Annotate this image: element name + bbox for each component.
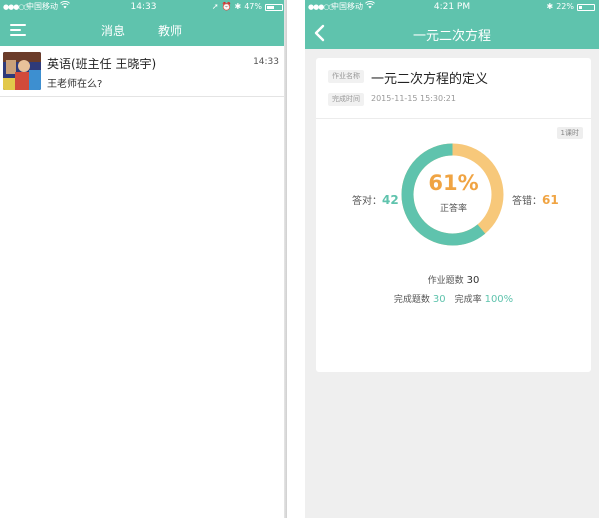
divider [316, 118, 591, 119]
page-title: 一元二次方程 [412, 29, 491, 44]
screen-edge [284, 0, 287, 518]
messages-screen: ●●●○○ 中国移动 14:33 ➚ ⏰ ✱ 47% 消息 教师 英语(班主任 … [0, 0, 287, 518]
completion-stats: 完成题数 30 完成率 100% [316, 292, 591, 305]
wrong-label: 答错： [512, 196, 542, 207]
status-right: ➚ ⏰ ✱ 47% [212, 0, 283, 14]
completion-rate-value: 100% [484, 294, 514, 305]
status-right: ✱ 22% [547, 0, 595, 14]
total-label: 作业题数 [427, 276, 464, 286]
homework-name: 一元二次方程的定义 [371, 72, 489, 87]
battery-icon [265, 3, 283, 11]
lesson-hours-badge: 1课时 [556, 127, 583, 139]
tab-messages[interactable]: 消息 [101, 22, 125, 39]
total-value: 30 [466, 275, 480, 286]
screenshot-stage: ●●●○○ 中国移动 14:33 ➚ ⏰ ✱ 47% 消息 教师 英语(班主任 … [0, 0, 600, 518]
completion-rate-label: 完成率 [454, 295, 482, 305]
done-label: 完成题数 [393, 295, 430, 305]
location-arrow-icon: ➚ [211, 2, 219, 11]
status-bar: ●●●○○ 中国移动 4:21 PM ✱ 22% [305, 0, 599, 14]
report-header: ●●●○○ 中国移动 4:21 PM ✱ 22% 一元二次方程 [305, 0, 599, 49]
tab-teachers[interactable]: 教师 [158, 22, 182, 39]
done-value: 30 [432, 294, 446, 305]
battery-level [579, 5, 583, 9]
menu-icon[interactable] [10, 24, 26, 37]
correct-value: 42 [382, 193, 399, 207]
battery-level [267, 5, 274, 9]
bluetooth-icon: ✱ [234, 2, 242, 11]
homework-name-label: 作业名称 [328, 70, 364, 83]
total-questions: 作业题数 30 [316, 273, 591, 286]
correct-count: 答对：42 [352, 192, 399, 207]
conversation-preview: 王老师在么? [47, 79, 103, 90]
conversation-list-item[interactable]: 英语(班主任 王晓宇) 14:33 王老师在么? [0, 47, 287, 97]
messages-header: ●●●○○ 中国移动 14:33 ➚ ⏰ ✱ 47% 消息 教师 [0, 0, 287, 46]
battery-icon [577, 3, 595, 11]
active-tab-indicator [108, 42, 118, 46]
completion-time: 2015-11-15 15:30:21 [371, 94, 456, 103]
wrong-count: 答错：61 [512, 192, 559, 207]
battery-percent: 22% [556, 2, 574, 11]
bluetooth-icon: ✱ [546, 2, 554, 11]
wrong-value: 61 [542, 193, 559, 207]
completion-time-label: 完成时间 [328, 93, 364, 106]
conversation-name: 英语(班主任 王晓宇) [47, 57, 157, 71]
homework-report-screen: ●●●○○ 中国移动 4:21 PM ✱ 22% 一元二次方程 作业名称 一元二… [305, 0, 599, 518]
battery-percent: 47% [244, 2, 262, 11]
alarm-icon: ⏰ [221, 2, 232, 11]
avatar [3, 52, 41, 90]
conversation-time: 14:33 [253, 57, 279, 67]
status-bar: ●●●○○ 中国移动 14:33 ➚ ⏰ ✱ 47% [0, 0, 287, 14]
homework-report-card: 作业名称 一元二次方程的定义 完成时间 2015-11-15 15:30:21 … [316, 58, 591, 372]
correct-label: 答对： [352, 196, 382, 207]
